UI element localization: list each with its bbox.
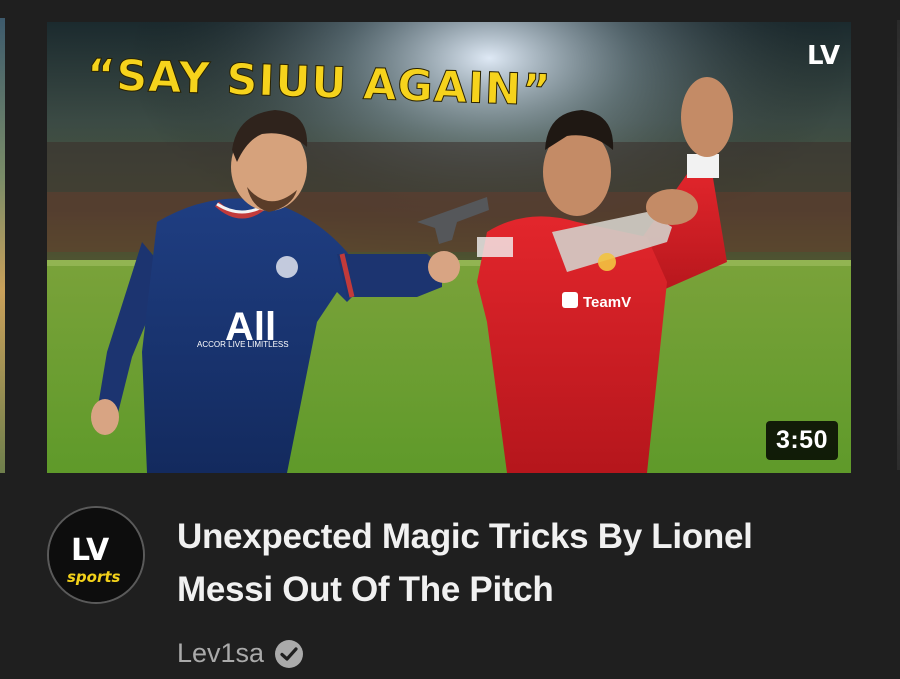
channel-avatar[interactable]: LV sports <box>47 506 145 604</box>
video-card: All ACCOR LIVE LIMITLESS TeamV “SAY SIUU… <box>0 0 900 679</box>
avatar-sub-text: sports <box>67 568 121 586</box>
avatar-monogram: LV <box>71 533 110 568</box>
thumbnail-image: All ACCOR LIVE LIMITLESS TeamV “SAY SIUU… <box>47 22 851 473</box>
thumbnail-corner-logo: LV <box>807 41 840 71</box>
channel-row: Lev1sa <box>177 638 304 669</box>
channel-name[interactable]: Lev1sa <box>177 638 264 669</box>
video-thumbnail[interactable]: All ACCOR LIVE LIMITLESS TeamV “SAY SIUU… <box>47 22 851 473</box>
video-title[interactable]: Unexpected Magic Tricks By Lionel Messi … <box>177 510 857 616</box>
verified-check-icon <box>274 639 304 669</box>
video-title-line-1: Unexpected Magic Tricks By Lionel <box>177 517 753 556</box>
left-jersey-sponsor-sub: ACCOR LIVE LIMITLESS <box>197 340 289 349</box>
channel-avatar-logo: LV sports <box>49 508 143 602</box>
video-title-line-2: Messi Out Of The Pitch <box>177 570 554 609</box>
right-jersey-sponsor: TeamV <box>583 294 631 311</box>
video-duration-badge: 3:50 <box>765 421 838 460</box>
previous-thumbnail-edge[interactable] <box>0 18 5 473</box>
